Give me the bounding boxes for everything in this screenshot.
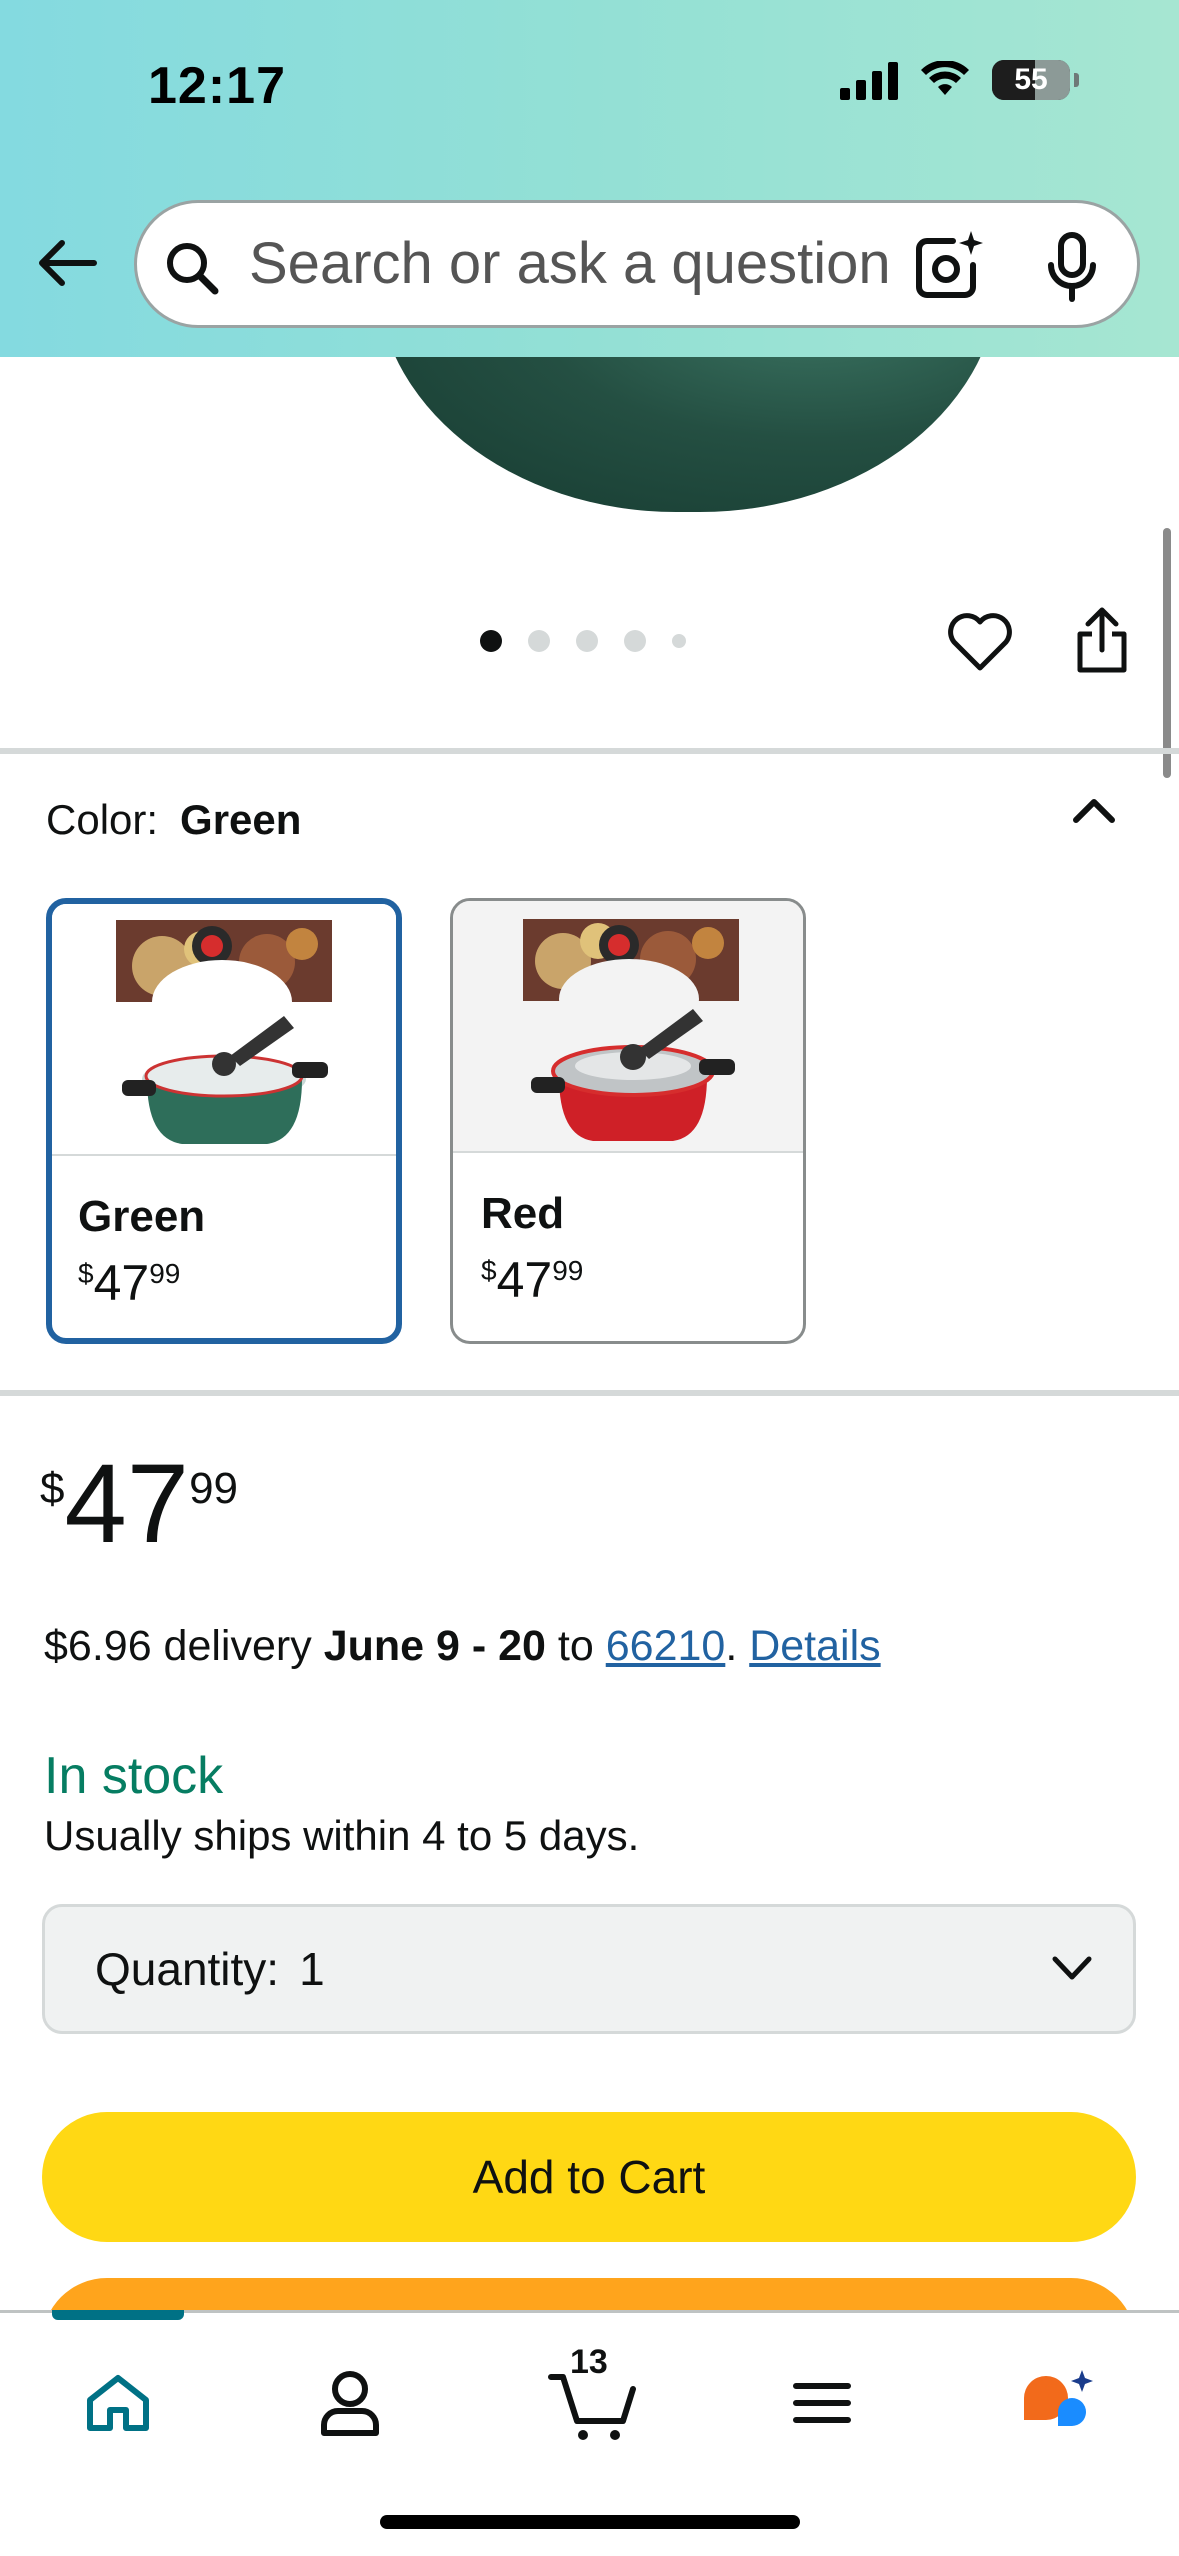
stock-status: In stock [44,1747,224,1805]
wifi-icon [921,61,969,95]
add-to-list-button[interactable] [946,610,1014,674]
bottom-navigation: 13 [0,2310,1179,2556]
swatch-image [52,904,396,1156]
menu-icon [793,2383,851,2423]
add-to-cart-button[interactable]: Add to Cart [42,2112,1136,2242]
battery-icon: 55 [992,60,1070,100]
cart-count-badge: 13 [570,2343,608,2381]
profile-icon [321,2371,379,2436]
nav-profile[interactable] [300,2353,400,2453]
nav-rufus[interactable] [1006,2353,1106,2453]
image-carousel-dots [480,630,686,652]
camera-search-button[interactable] [909,227,989,307]
carousel-dot [480,630,502,652]
delivery-info: $6.96 delivery June 9 - 20 to 66210. Det… [44,1622,881,1670]
voice-search-button[interactable] [1037,229,1107,305]
swatch-name: Red [481,1189,565,1238]
swatch-price: $47 99 [78,1255,181,1311]
section-divider [0,1390,1179,1396]
color-option-green[interactable]: Green $47 99 [46,898,402,1344]
carousel-dot [576,630,598,652]
carousel-dot [624,630,646,652]
carousel-dot [528,630,550,652]
share-icon [1077,607,1127,673]
back-arrow-icon [39,240,97,286]
heart-icon [948,613,1012,671]
battery-level: 55 [1014,63,1048,96]
share-button[interactable] [1072,606,1132,676]
cellular-signal-icon [840,60,898,100]
carousel-dot [672,634,686,648]
home-icon [87,2375,149,2431]
microphone-icon [1048,232,1096,302]
chevron-down-icon [1052,1956,1092,1980]
home-indicator [380,2515,800,2529]
chevron-up-icon [1073,799,1115,823]
camera-lens-icon [916,231,983,298]
swatch-image [453,901,803,1153]
zip-code-link[interactable]: 66210 [606,1622,726,1670]
collapse-variations-button[interactable] [1064,786,1124,836]
swatch-price: $47 99 [481,1252,584,1308]
back-button[interactable] [32,228,102,298]
color-label: Color: Green [46,796,302,843]
quantity-label: Quantity: [95,1943,280,1995]
quantity-value: 1 [299,1943,325,1995]
rufus-ai-icon [1024,2370,1093,2426]
section-divider [0,748,1179,754]
swatch-name: Green [78,1192,206,1241]
shipping-note: Usually ships within 4 to 5 days. [44,1812,640,1859]
delivery-details-link[interactable]: Details [749,1622,880,1670]
selected-color: Green [180,796,302,843]
status-time: 12:17 [148,57,286,115]
color-option-red[interactable]: Red $47 99 [450,898,806,1344]
scrollbar[interactable] [1163,528,1171,778]
search-icon [167,243,219,295]
quantity-selector[interactable]: Quantity: 1 [42,1904,1136,2034]
product-price: $47 99 [40,1441,239,1566]
delivery-dates: June 9 - 20 [323,1622,546,1670]
nav-menu[interactable] [772,2353,872,2453]
status-icons: 55 [840,60,1079,100]
search-bar[interactable] [134,200,1140,328]
nav-home[interactable] [68,2353,168,2453]
nav-active-indicator [52,2310,184,2320]
app-header: 12:17 55 [0,0,1179,357]
